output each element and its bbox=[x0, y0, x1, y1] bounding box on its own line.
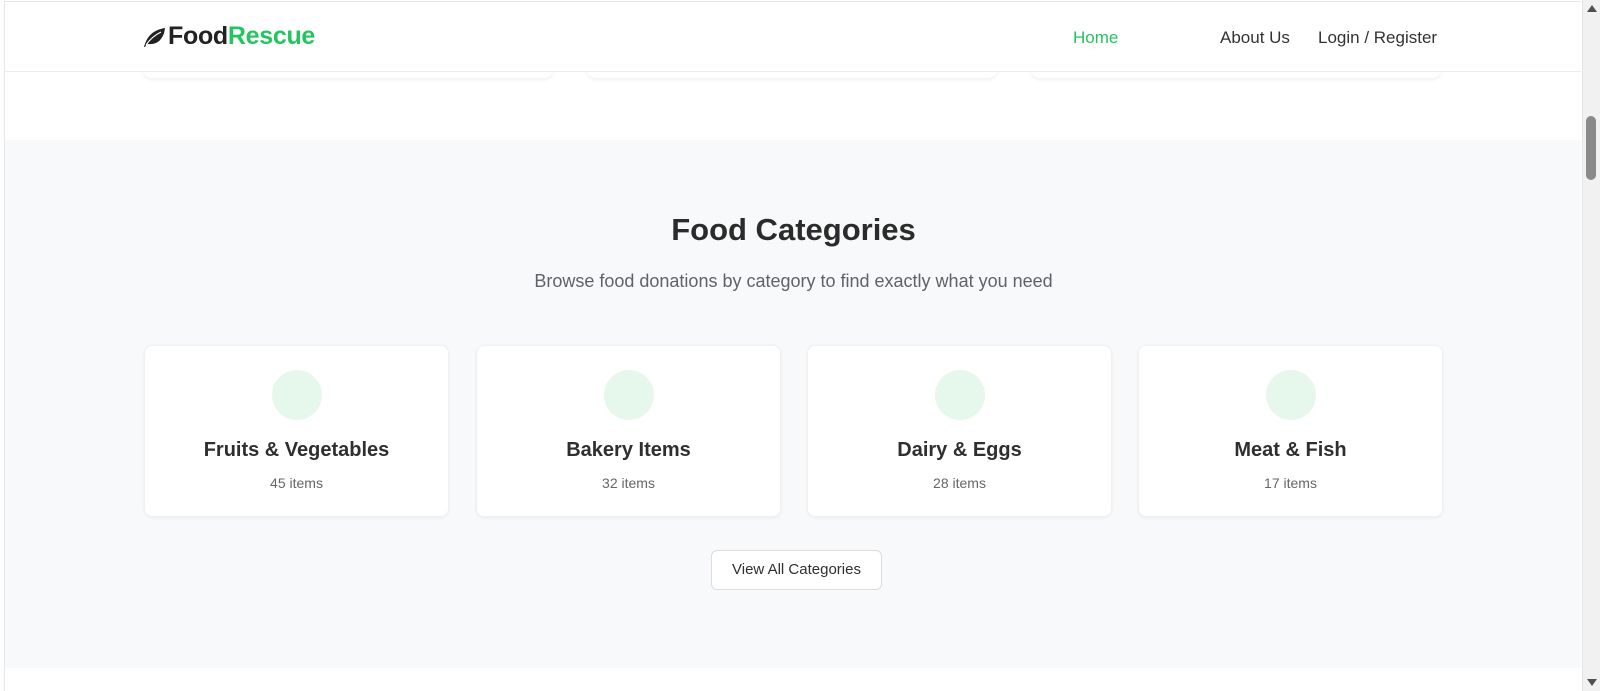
category-title: Dairy & Eggs bbox=[897, 439, 1022, 461]
page: Food Rescue Home About Us Login / Registe… bbox=[4, 1, 1581, 691]
category-title: Meat & Fish bbox=[1234, 439, 1347, 461]
site-header: Food Rescue Home About Us Login / Registe… bbox=[5, 2, 1581, 72]
nav-home[interactable]: Home bbox=[1073, 28, 1118, 48]
category-count: 45 items bbox=[270, 475, 323, 491]
category-icon bbox=[934, 370, 985, 420]
vertical-scrollbar[interactable] bbox=[1582, 0, 1600, 691]
category-icon bbox=[1265, 370, 1316, 420]
scroll-up-arrow-icon[interactable] bbox=[1587, 5, 1597, 12]
category-icon bbox=[271, 370, 322, 420]
leaf-icon bbox=[144, 27, 165, 47]
scroll-down-arrow-icon[interactable] bbox=[1587, 679, 1597, 686]
view-all-categories-button[interactable]: View All Categories bbox=[711, 550, 882, 590]
logo-text-food: Food bbox=[168, 22, 228, 50]
nav-login-register[interactable]: Login / Register bbox=[1318, 28, 1437, 48]
logo[interactable]: Food Rescue bbox=[141, 22, 315, 51]
logo-text-rescue: Rescue bbox=[227, 22, 316, 50]
category-card-dairy-eggs[interactable]: Dairy & Eggs 28 items bbox=[807, 345, 1112, 517]
nav-about-us[interactable]: About Us bbox=[1220, 28, 1290, 48]
scrollbar-thumb[interactable] bbox=[1586, 116, 1596, 180]
category-card-meat-fish[interactable]: Meat & Fish 17 items bbox=[1138, 345, 1443, 517]
category-card-bakery-items[interactable]: Bakery Items 32 items bbox=[476, 345, 781, 517]
category-count: 17 items bbox=[1264, 475, 1317, 491]
category-title: Fruits & Vegetables bbox=[203, 439, 390, 461]
category-card-fruits-vegetables[interactable]: Fruits & Vegetables 45 items bbox=[144, 345, 449, 517]
food-categories-section: Food Categories Browse food donations by… bbox=[5, 140, 1581, 668]
category-title: Bakery Items bbox=[566, 439, 691, 461]
section-subtitle: Browse food donations by category to fin… bbox=[534, 271, 1053, 291]
category-count: 28 items bbox=[933, 475, 986, 491]
category-count: 32 items bbox=[602, 475, 655, 491]
section-title: Food Categories bbox=[671, 212, 916, 247]
category-icon bbox=[603, 370, 654, 420]
